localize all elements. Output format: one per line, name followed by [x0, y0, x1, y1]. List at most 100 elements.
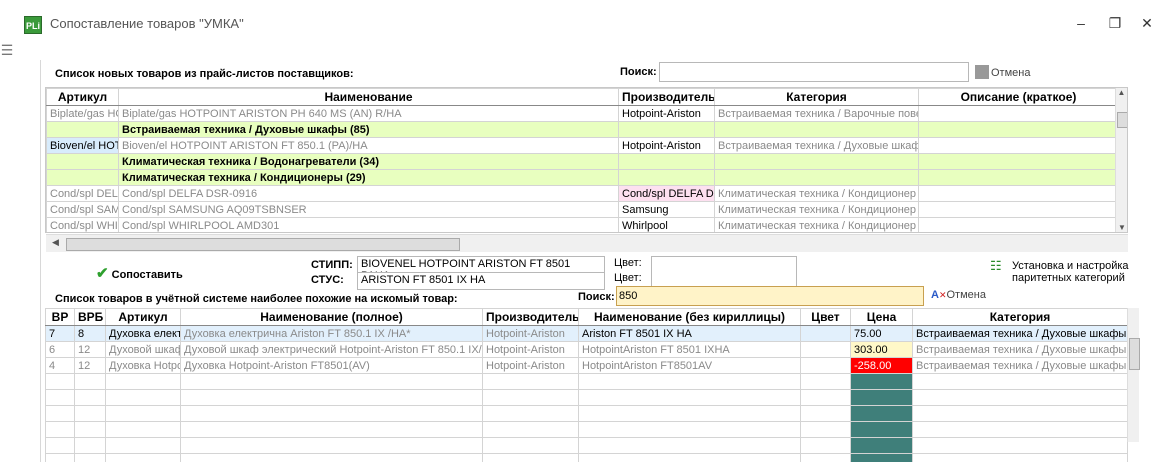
scroll-down-icon[interactable]: ▼: [1116, 223, 1127, 232]
group-row[interactable]: Встраиваемая техника / Духовые шкафы (85…: [46, 121, 1127, 138]
column-header-maker[interactable]: Производитель: [482, 308, 579, 326]
cell-maker: Hotpoint-Ariston: [618, 137, 715, 154]
table-row[interactable]: 4 12 Духовка Hotpo Духовка Hotpoint-Aris…: [45, 357, 1128, 374]
selected-table-row[interactable]: 7 8 Духовка елект Духовка електрична Ari…: [45, 325, 1128, 342]
group-label: Встраиваемая техника / Духовые шкафы (85…: [118, 121, 619, 138]
bottom-search-label: Поиск:: [578, 291, 615, 303]
cancel-a-icon: A: [931, 289, 939, 301]
column-header-latin-name[interactable]: Наименование (без кириллицы): [578, 308, 801, 326]
color-label-1: Цвет:: [614, 257, 642, 269]
top-grid-vertical-scrollbar[interactable]: ▲ ▼: [1115, 88, 1127, 232]
cell-article: Духовой шкаф: [105, 341, 181, 358]
selected-table-row[interactable]: Bioven/el HOT Bioven/el HOTPOINT ARISTON…: [46, 137, 1127, 154]
cell-color: [800, 357, 851, 374]
match-button[interactable]: ✔ Сопоставить: [96, 264, 183, 282]
new-items-heading: Список новых товаров из прайс-листов пос…: [55, 68, 354, 80]
scroll-thumb[interactable]: [1117, 112, 1127, 128]
column-header-description[interactable]: Описание (краткое): [918, 88, 1119, 106]
category-settings-link[interactable]: ☷ Установка и настройка паритетных катег…: [988, 258, 1138, 284]
cell-article: Духовка Hotpo: [105, 357, 181, 374]
match-button-label: Сопоставить: [111, 269, 183, 281]
cell-maker: Hotpoint-Ariston: [482, 325, 579, 342]
cell-maker: Cond/spl DELFA DSR: [618, 185, 715, 202]
column-header-full-name[interactable]: Наименование (полное): [180, 308, 483, 326]
horizontal-scroll-thumb[interactable]: [66, 238, 460, 251]
table-row[interactable]: Biplate/gas HO Biplate/gas HOTPOINT ARIS…: [46, 105, 1127, 122]
cell-name: Cond/spl DELFA DSR-0916: [118, 185, 619, 202]
column-header-article[interactable]: Артикул: [105, 308, 181, 326]
cell-name: Cond/spl SAMSUNG AQ09TSBNSER: [118, 201, 619, 218]
cell-name: Bioven/el HOTPOINT ARISTON FT 850.1 (PA)…: [118, 137, 619, 154]
top-search-input[interactable]: [659, 62, 969, 82]
cell-vr: 6: [45, 341, 75, 358]
column-header-vr[interactable]: ВР: [45, 308, 75, 326]
cell-maker: Hotpoint-Ariston: [482, 341, 579, 358]
group-label: Климатическая техника / Водонагреватели …: [118, 153, 619, 170]
cell-color: [800, 341, 851, 358]
cell-latin-name: HotpointAriston FT8501AV: [578, 357, 801, 374]
cell-name: Cond/spl WHIRLPOOL AMD301: [118, 217, 619, 232]
cell-maker: Hotpoint-Ariston: [482, 357, 579, 374]
settings-tree-icon: ☷: [990, 258, 1002, 273]
bottom-grid-vertical-scrollbar[interactable]: [1127, 308, 1140, 442]
group-row[interactable]: Климатическая техника / Кондиционеры (29…: [46, 169, 1127, 186]
empty-row: [45, 421, 1128, 438]
column-header-article[interactable]: Артикул: [46, 88, 119, 106]
cell-vrb: 8: [74, 325, 106, 342]
bottom-search-input[interactable]: [616, 286, 924, 306]
cell-category: Климатическая техника / Кондиционер: [714, 201, 919, 218]
close-icon[interactable]: ✕: [1136, 14, 1158, 32]
cancel-x-icon: ✕: [938, 290, 947, 300]
cell-category: Встраиваемая техника / Духовые шкаф: [714, 137, 919, 154]
cell-vr: 4: [45, 357, 75, 374]
restore-icon[interactable]: ❐: [1104, 14, 1126, 32]
table-row[interactable]: 6 12 Духовой шкаф Духовой шкаф электриче…: [45, 341, 1128, 358]
table-row[interactable]: Cond/spl WHIR Cond/spl WHIRLPOOL AMD301 …: [46, 217, 1127, 232]
table-row[interactable]: Cond/spl DELF Cond/spl DELFA DSR-0916 Co…: [46, 185, 1127, 202]
top-grid-horizontal-scrollbar[interactable]: ◀: [46, 234, 1128, 252]
column-header-category[interactable]: Категория: [912, 308, 1128, 326]
column-header-name[interactable]: Наименование: [118, 88, 619, 106]
group-row[interactable]: Климатическая техника / Водонагреватели …: [46, 153, 1127, 170]
cell-vrb: 12: [74, 357, 106, 374]
top-search-label: Поиск:: [620, 66, 657, 78]
supplier-items-grid[interactable]: Артикул Наименование Производитель Катег…: [45, 87, 1128, 233]
cell-latin-name: Ariston FT 8501 IX HA: [578, 325, 801, 342]
stus-label: СТУС:: [311, 274, 344, 286]
column-header-category[interactable]: Категория: [714, 88, 919, 106]
scroll-thumb[interactable]: [1129, 338, 1140, 370]
table-row[interactable]: Cond/spl SAMS Cond/spl SAMSUNG AQ09TSBNS…: [46, 201, 1127, 218]
scroll-left-icon[interactable]: ◀: [52, 237, 59, 248]
cell-category: Встраиваемая техника / Духовые шкафы: [912, 341, 1128, 358]
empty-row: [45, 389, 1128, 406]
checkmark-icon: ✔: [96, 265, 109, 282]
cell-vrb: 12: [74, 341, 106, 358]
stus-field: ARISTON FT 8501 IX HA: [357, 272, 605, 290]
cell-category: Встраиваемая техника / Духовые шкафы: [912, 357, 1128, 374]
cell-empty: [618, 121, 715, 138]
bottom-cancel-button[interactable]: A✕Отмена: [931, 289, 986, 301]
cell-article: Духовка елект: [105, 325, 181, 342]
app-logo-icon: PLi: [24, 16, 42, 34]
empty-row: [45, 405, 1128, 422]
column-header-maker[interactable]: Производитель: [618, 88, 715, 106]
cell-full-name: Духовка Hotpoint-Ariston FT8501(AV): [180, 357, 483, 374]
minimize-icon[interactable]: –: [1070, 14, 1092, 32]
top-cancel-button[interactable]: Отмена: [975, 65, 1030, 79]
cell-price: 303.00: [850, 341, 913, 358]
column-header-price[interactable]: Цена: [850, 308, 913, 326]
cell-empty: [714, 169, 919, 186]
cell-desc: [918, 217, 1119, 232]
cell-vr: 7: [45, 325, 75, 342]
cell-empty: [46, 169, 119, 186]
cancel-square-icon: [975, 65, 989, 79]
accounting-items-grid[interactable]: ВР ВРБ Артикул Наименование (полное) Про…: [45, 308, 1142, 462]
cell-empty: [46, 121, 119, 138]
column-header-vrb[interactable]: ВРБ: [74, 308, 106, 326]
scroll-up-icon[interactable]: ▲: [1116, 88, 1127, 97]
bottom-cancel-label: Отмена: [946, 289, 986, 301]
cell-full-name: Духовка електрична Ariston FT 850.1 IX /…: [180, 325, 483, 342]
cell-category: Климатическая техника / Кондиционер: [714, 185, 919, 202]
column-header-color[interactable]: Цвет: [800, 308, 851, 326]
empty-row: [45, 373, 1128, 390]
